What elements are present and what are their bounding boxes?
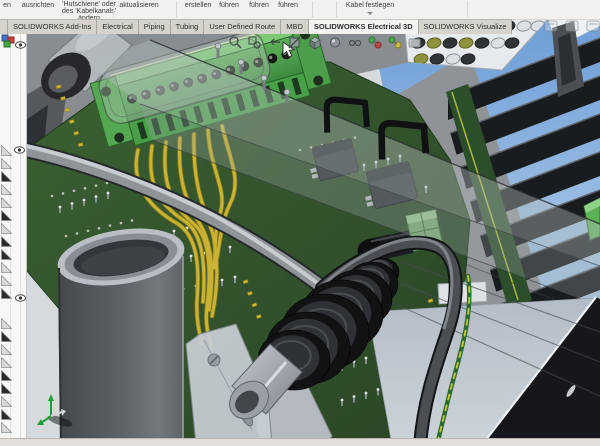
command-manager-tabs: SOLIDWORKS Add-Ins Electrical Piping Tub…: [0, 19, 512, 33]
zoom-area-icon[interactable]: [248, 35, 262, 50]
ribbon-separator: [336, 1, 337, 17]
display-state-triangle-icon[interactable]: [1, 316, 12, 327]
previous-view-icon[interactable]: [268, 35, 282, 50]
pane-divider: [20, 33, 21, 438]
display-state-triangle-icon[interactable]: [1, 143, 12, 154]
tab-electrical[interactable]: Electrical: [97, 19, 138, 34]
tab-piping[interactable]: Piping: [139, 19, 171, 34]
display-state-triangle-icon[interactable]: [1, 234, 12, 245]
display-state-triangle-icon[interactable]: [1, 420, 12, 431]
graphics-area[interactable]: [0, 0, 600, 445]
electrical-parts-icon[interactable]: [1, 34, 15, 48]
display-state-triangle-icon[interactable]: [1, 355, 12, 366]
tab-mbd[interactable]: MBD: [281, 19, 309, 34]
tab-partial[interactable]: [0, 19, 8, 34]
display-state-triangle-icon[interactable]: [1, 156, 12, 167]
display-state-triangle-icon[interactable]: [1, 169, 12, 180]
ribbon: en ausrichten 'Hutschiene' oder des 'Kab…: [0, 0, 600, 20]
tab-solidworks-visualize[interactable]: SOLIDWORKS Visualize: [419, 19, 513, 34]
enclosure-cylinder[interactable]: [54, 220, 189, 445]
display-state-triangle-icon[interactable]: [1, 407, 12, 418]
tab-solidworks-add-ins[interactable]: SOLIDWORKS Add-Ins: [8, 19, 97, 34]
electrical-route-icon[interactable]: [368, 35, 382, 50]
eye-icon[interactable]: [15, 36, 26, 44]
view-orientation-icon[interactable]: [308, 35, 322, 50]
ribbon-button-aktualisieren[interactable]: aktualisieren: [109, 2, 169, 9]
feature-tree-display-pane: [0, 33, 27, 438]
options-icon[interactable]: [408, 35, 422, 50]
electrical-connector-icon[interactable]: [388, 35, 402, 50]
ribbon-button-fuehren-3[interactable]: führen: [268, 2, 308, 9]
display-state-triangle-icon[interactable]: [1, 208, 12, 219]
display-state-triangle-icon[interactable]: [1, 221, 12, 232]
hide-show-icon[interactable]: [348, 35, 362, 50]
ribbon-button-fragment[interactable]: en: [1, 2, 13, 9]
tab-tubing[interactable]: Tubing: [171, 19, 205, 34]
zoom-fit-icon[interactable]: [228, 35, 242, 50]
display-state-triangle-icon[interactable]: [1, 247, 12, 258]
dropdown-arrow-icon[interactable]: [367, 12, 373, 15]
eye-icon[interactable]: [14, 141, 25, 149]
display-state-triangle-icon[interactable]: [1, 286, 12, 297]
display-state-triangle-icon[interactable]: [1, 394, 12, 405]
ribbon-button-kabel-festlegen[interactable]: Kabel festlegen: [335, 2, 405, 9]
tab-solidworks-electrical-3d[interactable]: SOLIDWORKS Electrical 3D: [309, 19, 419, 34]
eye-icon[interactable]: [15, 289, 26, 297]
heads-up-view-toolbar: [228, 35, 422, 51]
ribbon-separator: [113, 1, 114, 17]
display-state-triangle-icon[interactable]: [1, 195, 12, 206]
display-state-triangle-icon[interactable]: [1, 381, 12, 392]
ghost-window-icons: [545, 21, 599, 31]
section-view-icon[interactable]: [288, 35, 302, 50]
ribbon-button-ausrichten[interactable]: ausrichten: [13, 2, 63, 9]
display-state-triangle-icon[interactable]: [1, 182, 12, 193]
display-state-triangle-icon[interactable]: [1, 273, 12, 284]
display-state-triangle-icon[interactable]: [1, 329, 12, 340]
display-state-triangle-icon[interactable]: [1, 260, 12, 271]
tab-user-defined-route[interactable]: User Defined Route: [204, 19, 281, 34]
display-state-triangle-icon[interactable]: [1, 368, 12, 379]
ribbon-separator: [467, 1, 468, 17]
ribbon-separator: [176, 1, 177, 17]
ribbon-separator: [312, 1, 313, 17]
display-style-icon[interactable]: [328, 35, 342, 50]
display-state-triangle-icon[interactable]: [1, 342, 12, 353]
